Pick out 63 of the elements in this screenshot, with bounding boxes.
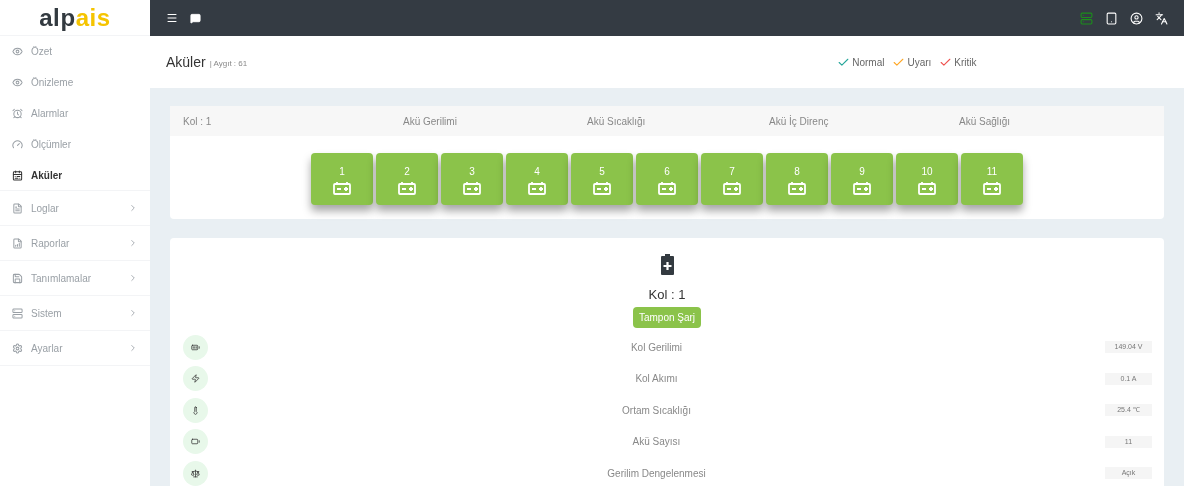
string-title: Kol : 1: [648, 286, 686, 304]
battery-tile[interactable]: 9: [831, 153, 893, 205]
floppy-icon: [12, 272, 23, 284]
sidebar-item[interactable]: Ölçümler: [0, 129, 150, 160]
battery-tile[interactable]: 2: [376, 153, 438, 205]
sidebar-item[interactable]: Tanımlamalar: [0, 261, 150, 296]
gauge-icon: [12, 139, 23, 150]
tablet-icon[interactable]: [1105, 11, 1118, 25]
eye-icon: [12, 77, 23, 88]
menu-icon[interactable]: [166, 12, 178, 24]
chevron-right-icon: [128, 203, 138, 213]
battery-tile[interactable]: 3: [441, 153, 503, 205]
mode-badge: Tampon Şarj: [632, 306, 702, 328]
battery-tile[interactable]: 1: [311, 153, 373, 205]
translate-icon[interactable]: [1155, 11, 1168, 25]
thermometer-icon: [183, 397, 208, 423]
report-icon: [12, 237, 23, 249]
chat-icon[interactable]: [190, 12, 201, 24]
legend-label: Kritik: [954, 55, 977, 70]
chevron-right-icon: [128, 273, 138, 283]
sidebar-item[interactable]: Raporlar: [0, 226, 150, 261]
page-title: Aküler: [166, 52, 206, 72]
metric-label: Gerilim Dengelenmesi: [606, 466, 707, 481]
column-header: Akü Sıcaklığı: [587, 114, 647, 129]
battery-tile[interactable]: 10: [896, 153, 958, 205]
battery-tile[interactable]: 4: [506, 153, 568, 205]
lightning-icon: [183, 366, 208, 392]
column-header: Kol : 1: [183, 114, 213, 129]
legend-label: Normal: [852, 55, 885, 70]
eye-icon: [12, 46, 23, 57]
server-icon[interactable]: [1080, 11, 1093, 25]
metric-label: Kol Akımı: [634, 372, 679, 387]
alarm-icon: [12, 108, 23, 119]
logo: alpais: [39, 5, 111, 30]
metric-label: Kol Gerilimi: [629, 340, 684, 355]
metric-label: Akü Sayısı: [631, 435, 682, 450]
battery-tile[interactable]: 8: [766, 153, 828, 205]
battery-tile[interactable]: 5: [571, 153, 633, 205]
user-icon[interactable]: [1130, 11, 1143, 25]
settings-icon: [12, 342, 23, 354]
document-icon: [12, 202, 23, 214]
device-label: | Aygıt : 61: [209, 58, 248, 70]
legend-label: Uyarı: [907, 55, 932, 70]
column-header: Akü İç Direnç: [769, 114, 830, 129]
scale-icon: [183, 460, 208, 486]
sidebar-item[interactable]: Aküler: [0, 160, 150, 191]
metric-label: Ortam Sıcaklığı: [621, 403, 692, 418]
sidebar-item[interactable]: Sistem: [0, 296, 150, 331]
sidebar-item[interactable]: Ayarlar: [0, 331, 150, 366]
chevron-right-icon: [128, 343, 138, 353]
column-header: Akü Sağlığı: [959, 114, 1012, 129]
sidebar-item[interactable]: Özet: [0, 36, 150, 67]
battery-plus-icon: [660, 254, 674, 275]
chevron-right-icon: [128, 308, 138, 318]
battery-tile[interactable]: 11: [961, 153, 1023, 205]
column-header: Akü Gerilimi: [403, 114, 458, 129]
battery-tile[interactable]: 7: [701, 153, 763, 205]
battery-tile[interactable]: 6: [636, 153, 698, 205]
sidebar-item[interactable]: Alarmlar: [0, 98, 150, 129]
server-icon: [12, 307, 23, 319]
chevron-right-icon: [128, 238, 138, 248]
sidebar-item[interactable]: Loglar: [0, 191, 150, 226]
sidebar-item[interactable]: Önizleme: [0, 67, 150, 98]
